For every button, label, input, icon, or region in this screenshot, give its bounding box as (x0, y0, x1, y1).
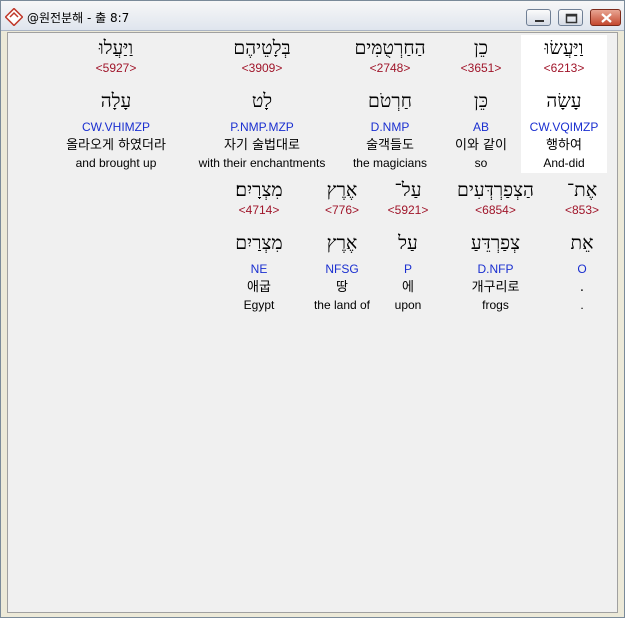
app-window: @원전분해 - 출 8:7 וַיַּעֲשׂוּ <6213> עָשָׂה … (0, 0, 625, 618)
korean-gloss: 행하여 (546, 138, 582, 153)
korean-gloss: 에 (402, 280, 414, 295)
hebrew-word: אֶרֶץ (326, 179, 358, 201)
strong-number: <2748> (369, 61, 411, 75)
hebrew-root: מִצְרַיִם (235, 232, 283, 254)
word-cell[interactable]: הַצְפַרְדְּעִים <6854> צְפַרְדֵּעַ D.NFP… (439, 177, 552, 312)
hebrew-word: כֵן (473, 37, 489, 59)
hebrew-word: אֶת־ (566, 179, 598, 201)
morphology: CW.VQIMZP (529, 120, 599, 134)
korean-gloss: 술객들도 (366, 138, 414, 153)
hebrew-root: עָלָה (100, 90, 132, 112)
strong-number: <776> (324, 203, 360, 217)
strong-number: <853> (564, 203, 600, 217)
hebrew-root: לָט (251, 90, 273, 112)
korean-gloss: 올라오게 하였더라 (66, 138, 166, 153)
korean-gloss: . (579, 280, 585, 295)
analysis-panel: וַיַּעֲשׂוּ <6213> עָשָׂה CW.VQIMZP 행하여 … (7, 32, 618, 613)
strong-number: <6213> (543, 61, 585, 75)
word-cell[interactable]: אֶת־ <853> אֵת O . . (554, 177, 610, 312)
morphology: NFSG (325, 262, 359, 276)
maximize-icon (565, 13, 578, 24)
morphology: P.NMP.MZP (230, 120, 294, 134)
strong-number: <5927> (95, 61, 137, 75)
minimize-button[interactable] (526, 9, 551, 26)
hebrew-root: צְפַרְדֵּעַ (470, 232, 521, 254)
hebrew-word: וַיַּעֲלוּ (98, 37, 134, 59)
morphology: NE (250, 262, 268, 276)
korean-gloss: 자기 술법대로 (224, 138, 300, 153)
strong-number: <6854> (475, 203, 516, 217)
hebrew-root: אֵת (570, 232, 594, 254)
strong-number: <4714> (238, 203, 280, 217)
english-gloss: And-did (543, 156, 585, 170)
hebrew-root: חַרְטֹם (368, 90, 412, 112)
window-title: @원전분해 - 출 8:7 (27, 11, 130, 25)
hebrew-root: אֶרֶץ (326, 232, 358, 254)
korean-gloss: 땅 (336, 280, 348, 295)
strong-number: <3651> (460, 61, 502, 75)
minimize-icon (535, 20, 544, 22)
hebrew-word: עַל־ (394, 179, 422, 201)
english-gloss: and brought up (75, 156, 157, 170)
morphology: P (403, 262, 412, 276)
morphology: CW.VHIMZP (82, 120, 150, 134)
english-gloss: with their enchantments (198, 156, 326, 170)
hebrew-root: עָשָׂה (546, 90, 582, 112)
word-cell[interactable]: בְּלָטֵיהֶם <3909> לָט P.NMP.MZP 자기 술법대로… (191, 35, 333, 170)
word-cell[interactable]: כֵן <3651> כֵּן AB 이와 같이 so (438, 35, 524, 170)
word-cell[interactable]: אֶרֶץ <776> אֶרֶץ NFSG 땅 the land of (306, 177, 378, 312)
english-gloss: . (580, 298, 584, 312)
close-button[interactable] (590, 9, 621, 26)
word-cell[interactable]: מִצְרָיִם׃ <4714> מִצְרַיִם NE 애굽 Egypt (216, 177, 302, 312)
morphology: D.NFP (477, 262, 514, 276)
hebrew-word: בְּלָטֵיהֶם (233, 37, 291, 59)
english-gloss: upon (394, 298, 422, 312)
english-gloss: the magicians (352, 156, 428, 170)
word-cell[interactable]: הַחַרְטֻמִּים <2748> חַרְטֹם D.NMP 술객들도 … (339, 35, 441, 170)
morphology: O (577, 262, 587, 276)
hebrew-word: וַיַּעֲשׂוּ (544, 37, 584, 59)
hebrew-word: הַצְפַרְדְּעִים (457, 179, 534, 201)
hebrew-root: עַל (398, 232, 418, 254)
close-icon (601, 13, 612, 23)
korean-gloss: 애굽 (247, 280, 271, 295)
word-cell[interactable]: וַיַּעֲלוּ <5927> עָלָה CW.VHIMZP 올라오게 하… (50, 35, 182, 170)
strong-number: <5921> (387, 203, 429, 217)
english-gloss: frogs (482, 298, 509, 312)
hebrew-word: הַחַרְטֻמִּים (354, 37, 426, 59)
korean-gloss: 이와 같이 (455, 138, 507, 153)
korean-gloss: 개구리로 (471, 280, 520, 295)
morphology: AB (472, 120, 489, 134)
word-cell[interactable]: עַל־ <5921> עַל P 에 upon (380, 177, 436, 312)
app-icon (5, 8, 23, 26)
morphology: D.NMP (370, 120, 410, 134)
maximize-button[interactable] (558, 9, 583, 26)
strong-number: <3909> (241, 61, 283, 75)
english-gloss: Egypt (243, 298, 275, 312)
word-cell[interactable]: וַיַּעֲשׂוּ <6213> עָשָׂה CW.VQIMZP 행하여 … (521, 35, 607, 173)
english-gloss: so (474, 156, 488, 170)
english-gloss: the land of (313, 298, 371, 312)
hebrew-word: מִצְרָיִם׃ (235, 179, 283, 201)
title-bar[interactable]: @원전분해 - 출 8:7 (1, 1, 624, 31)
hebrew-root: כֵּן (473, 90, 489, 112)
